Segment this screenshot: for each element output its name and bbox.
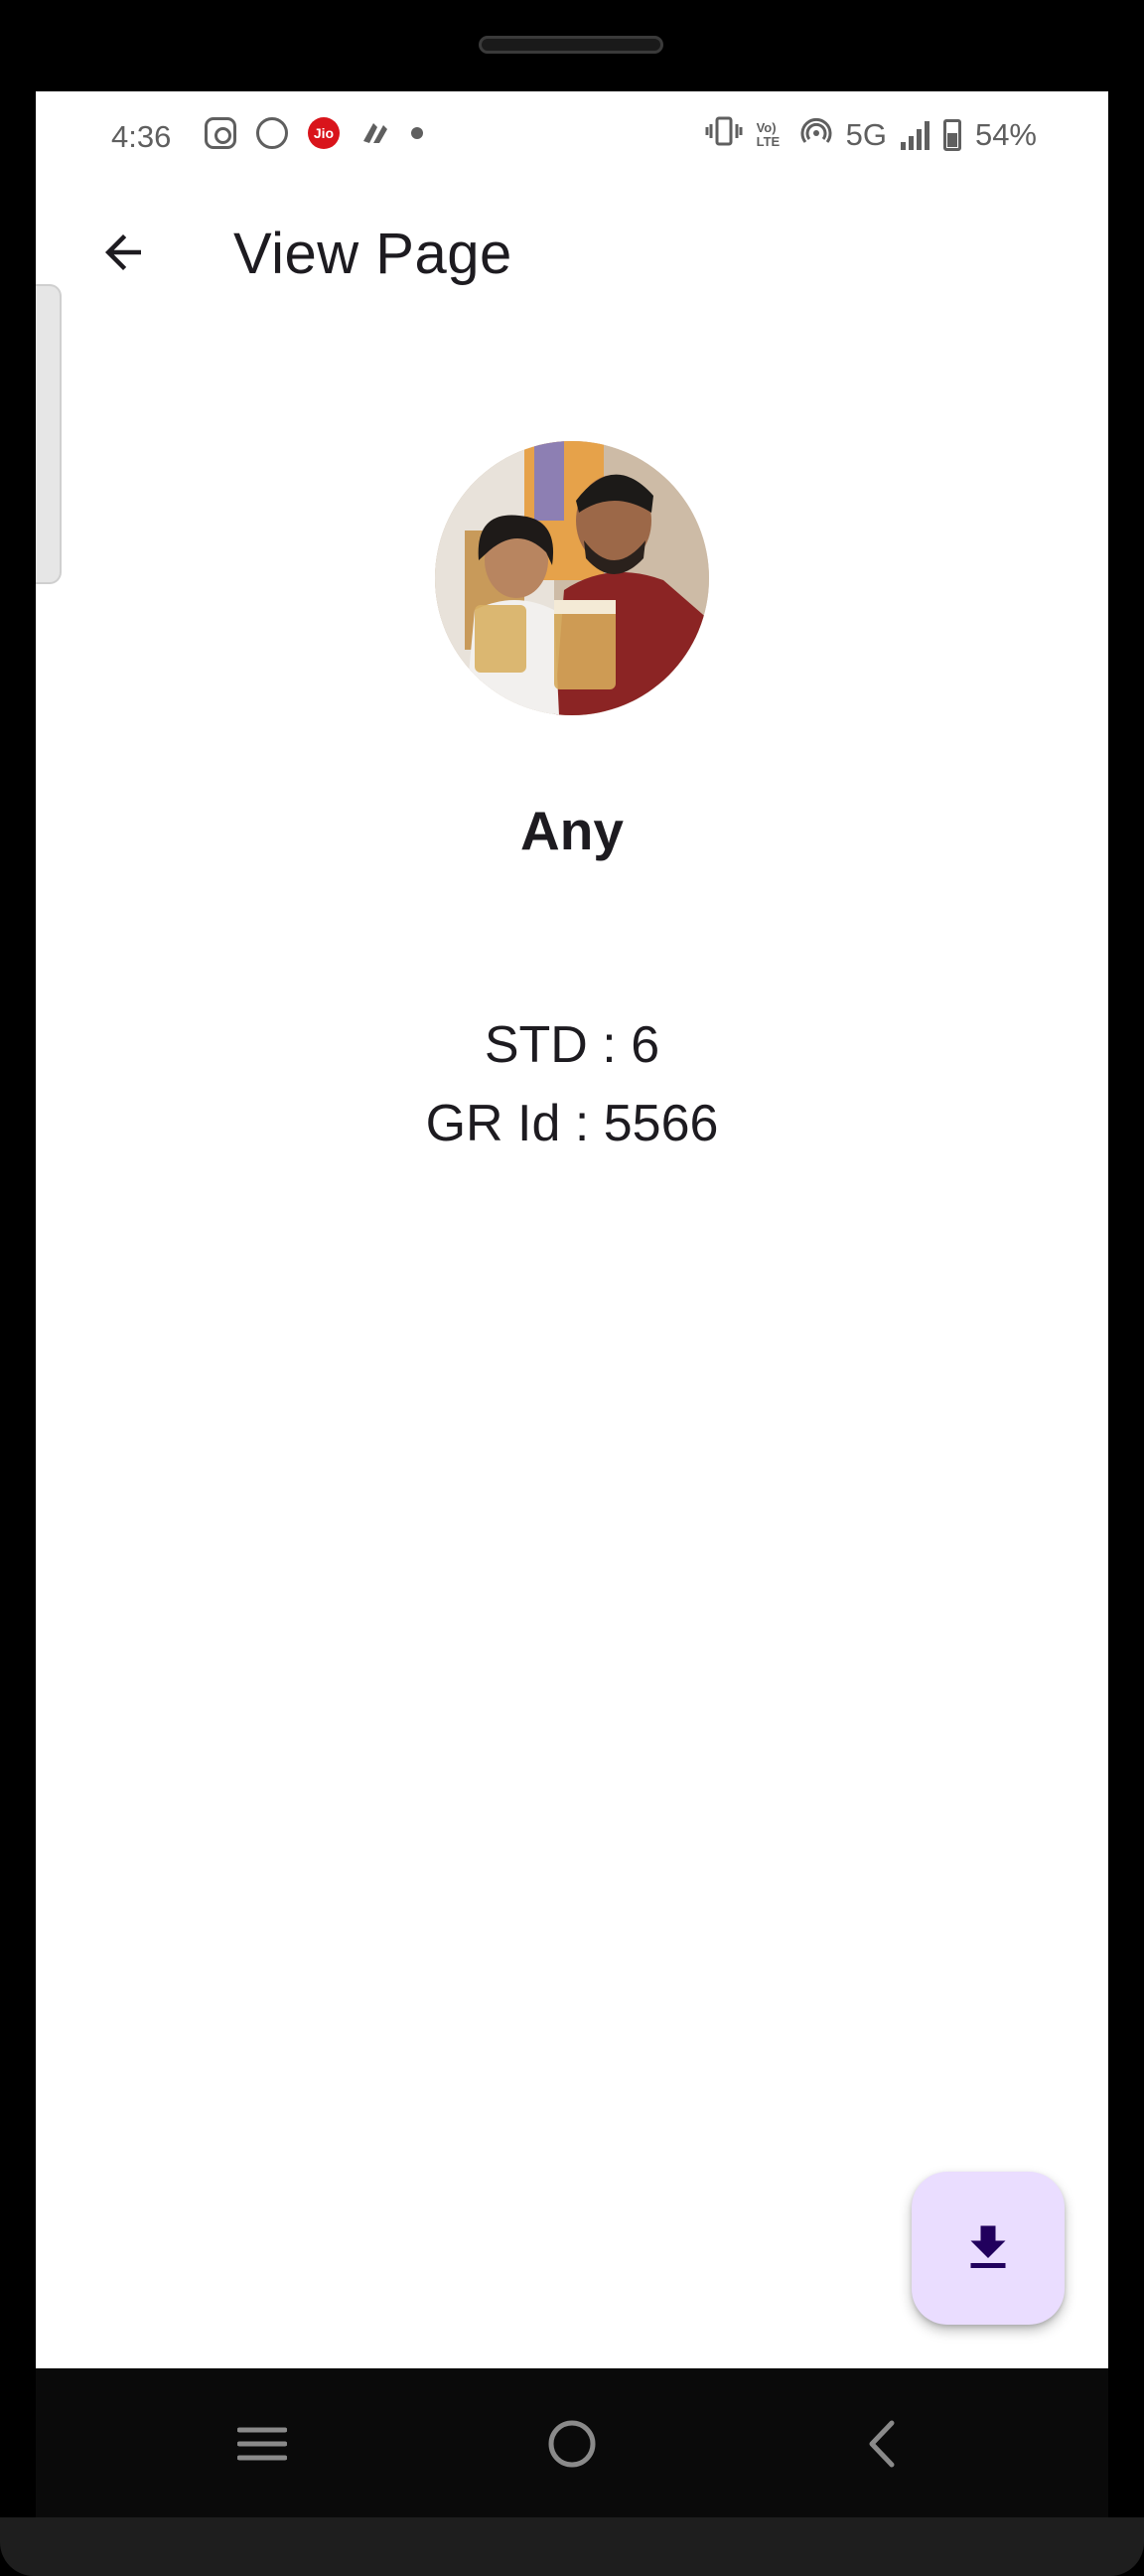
edge-panel-handle[interactable] xyxy=(36,284,62,584)
battery-percent: 54% xyxy=(974,117,1037,152)
vibrate-icon xyxy=(705,115,743,155)
signal-icon xyxy=(900,120,930,150)
menu-lines-icon xyxy=(237,2427,287,2461)
download-icon xyxy=(970,2225,1006,2268)
nav-back-button[interactable] xyxy=(842,2404,922,2484)
std-text: STD : 6 xyxy=(484,1016,660,1074)
chevron-left-icon xyxy=(869,2420,895,2468)
navigation-bar xyxy=(36,2368,1108,2517)
face-icon xyxy=(256,117,288,149)
download-button[interactable] xyxy=(912,2172,1065,2325)
phone-device: 4:36 Jio Vo) LTE 5G 54% View Page Any ST… xyxy=(0,0,1144,2576)
home-button[interactable] xyxy=(532,2404,612,2484)
jio-icon: Jio xyxy=(308,117,340,149)
page-title: View Page xyxy=(233,222,512,286)
battery-icon xyxy=(942,119,961,151)
status-bar: 4:36 Jio Vo) LTE 5G 54% xyxy=(36,91,1108,183)
bottom-bezel xyxy=(0,2517,1144,2576)
student-name: Any xyxy=(520,800,624,861)
app-bar: View Page xyxy=(36,183,1108,322)
earpiece-speaker xyxy=(479,36,663,54)
notification-icons: Jio xyxy=(205,117,423,149)
home-circle-icon xyxy=(548,2420,596,2468)
dot-icon xyxy=(411,127,423,139)
network-type: 5G xyxy=(845,117,887,152)
system-icons: Vo) LTE 5G 54% xyxy=(705,115,1037,155)
gr-id-text: GR Id : 5566 xyxy=(425,1095,719,1152)
app-icon xyxy=(359,117,391,149)
back-button[interactable] xyxy=(75,205,171,300)
instagram-icon xyxy=(205,117,236,149)
arrow-left-icon xyxy=(105,234,141,270)
app-screen: 4:36 Jio Vo) LTE 5G 54% View Page Any ST… xyxy=(36,91,1108,2368)
status-time: 4:36 xyxy=(111,119,172,154)
recent-apps-button[interactable] xyxy=(222,2404,302,2484)
volte-icon: Vo) LTE xyxy=(756,120,781,149)
hotspot-icon xyxy=(800,115,832,155)
avatar xyxy=(435,441,709,715)
